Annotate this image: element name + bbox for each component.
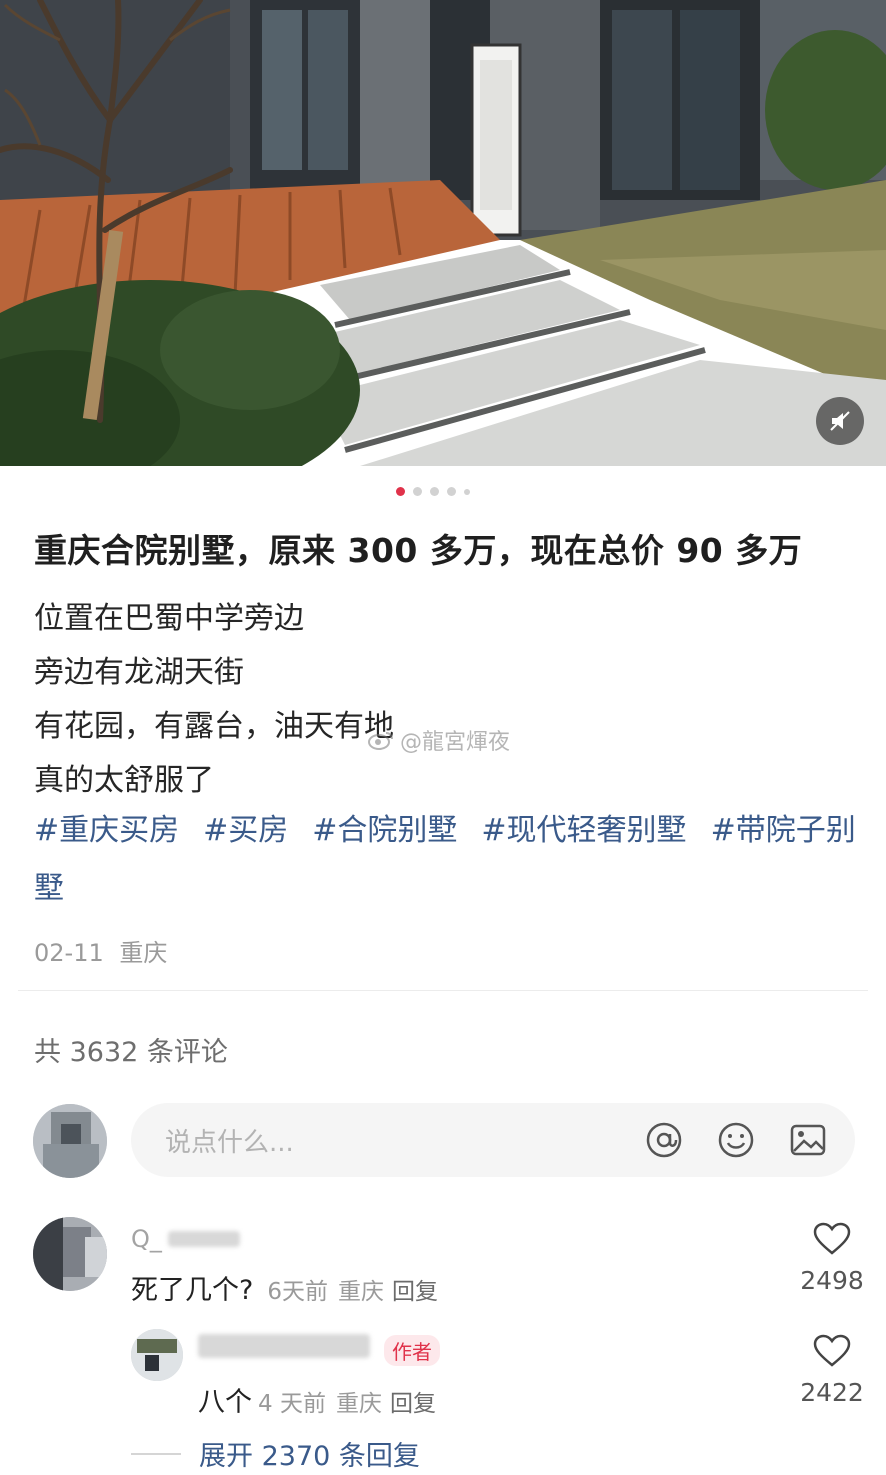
mute-button[interactable] xyxy=(816,397,864,445)
replier-avatar[interactable] xyxy=(131,1329,183,1381)
hashtag-link[interactable]: #买房 xyxy=(203,813,288,848)
emoji-icon[interactable] xyxy=(717,1121,755,1159)
reply-time: 4 天前 xyxy=(258,1391,326,1417)
like-count: 2422 xyxy=(800,1378,864,1407)
speaker-mute-icon xyxy=(830,411,850,431)
reply-button[interactable]: 回复 xyxy=(390,1391,436,1417)
hashtag-link[interactable]: #现代轻奢别墅 xyxy=(481,813,686,848)
comment-input[interactable]: 说点什么... xyxy=(131,1103,855,1177)
image-icon[interactable] xyxy=(789,1121,827,1159)
expand-replies-button[interactable]: 展开 2370 条回复 xyxy=(131,1434,420,1473)
author-badge: 作者 xyxy=(384,1335,440,1366)
hashtag-link[interactable]: #合院别墅 xyxy=(312,813,457,848)
watermark: @龍宮煇夜 xyxy=(368,724,510,756)
post-location: 重庆 xyxy=(119,939,168,967)
divider xyxy=(18,990,868,991)
comment-content: 死了几个? 6天前 重庆 回复 xyxy=(131,1268,438,1307)
input-toolbar xyxy=(645,1121,827,1159)
tag-list: #重庆买房 #买房 #合院别墅 #现代轻奢别墅 #带院子别墅 xyxy=(34,804,864,920)
like-button[interactable]: 2422 xyxy=(797,1334,867,1407)
redacted-name xyxy=(168,1231,240,1247)
comment-count: 共 3632 条评论 xyxy=(34,1037,228,1068)
post-meta: 02-11 重庆 xyxy=(34,933,167,968)
redacted-name xyxy=(198,1334,370,1358)
reply-location: 重庆 xyxy=(335,1391,382,1417)
weibo-logo xyxy=(368,732,393,750)
carousel-dot[interactable] xyxy=(413,487,422,496)
comment-location: 重庆 xyxy=(337,1279,384,1305)
carousel-indicator xyxy=(396,487,470,496)
expand-replies-label: 展开 2370 条回复 xyxy=(199,1441,420,1472)
expand-line xyxy=(131,1452,181,1455)
reply-content: 八个 4 天前 重庆 回复 xyxy=(198,1380,436,1419)
carousel-dot[interactable] xyxy=(447,487,456,496)
heart-icon xyxy=(813,1222,851,1255)
like-button[interactable]: 2498 xyxy=(797,1222,867,1295)
post-date: 02-11 xyxy=(34,939,104,967)
like-count: 2498 xyxy=(800,1266,864,1295)
reply-text: 八个 xyxy=(198,1387,252,1418)
reply-button[interactable]: 回复 xyxy=(392,1279,438,1305)
comment-text: 死了几个? xyxy=(131,1275,254,1306)
hashtag-link[interactable]: #重庆买房 xyxy=(34,813,179,848)
carousel-dot[interactable] xyxy=(396,487,405,496)
commenter-name[interactable]: Q_ xyxy=(131,1225,162,1253)
carousel-dot[interactable] xyxy=(464,488,470,495)
post-title: 重庆合院别墅，原来 300 多万，现在总价 90 多万 xyxy=(34,531,803,570)
comment-input-placeholder: 说点什么... xyxy=(165,1127,294,1158)
post-body: 位置在巴蜀中学旁边 旁边有龙湖天街 有花园，有露台，油天有地 真的太舒服了 xyxy=(34,592,864,808)
carousel-dot[interactable] xyxy=(430,487,439,496)
post-line: 位置在巴蜀中学旁边 xyxy=(34,601,304,636)
heart-icon xyxy=(813,1334,851,1367)
commenter-avatar[interactable] xyxy=(33,1217,107,1291)
watermark-text: @龍宮煇夜 xyxy=(400,730,511,755)
post-line: 旁边有龙湖天街 xyxy=(34,655,244,690)
current-user-avatar[interactable] xyxy=(33,1104,107,1178)
post-image[interactable] xyxy=(0,0,886,466)
post-line: 真的太舒服了 xyxy=(34,763,214,798)
at-icon[interactable] xyxy=(645,1121,683,1159)
comment-time: 6天前 xyxy=(267,1279,328,1305)
